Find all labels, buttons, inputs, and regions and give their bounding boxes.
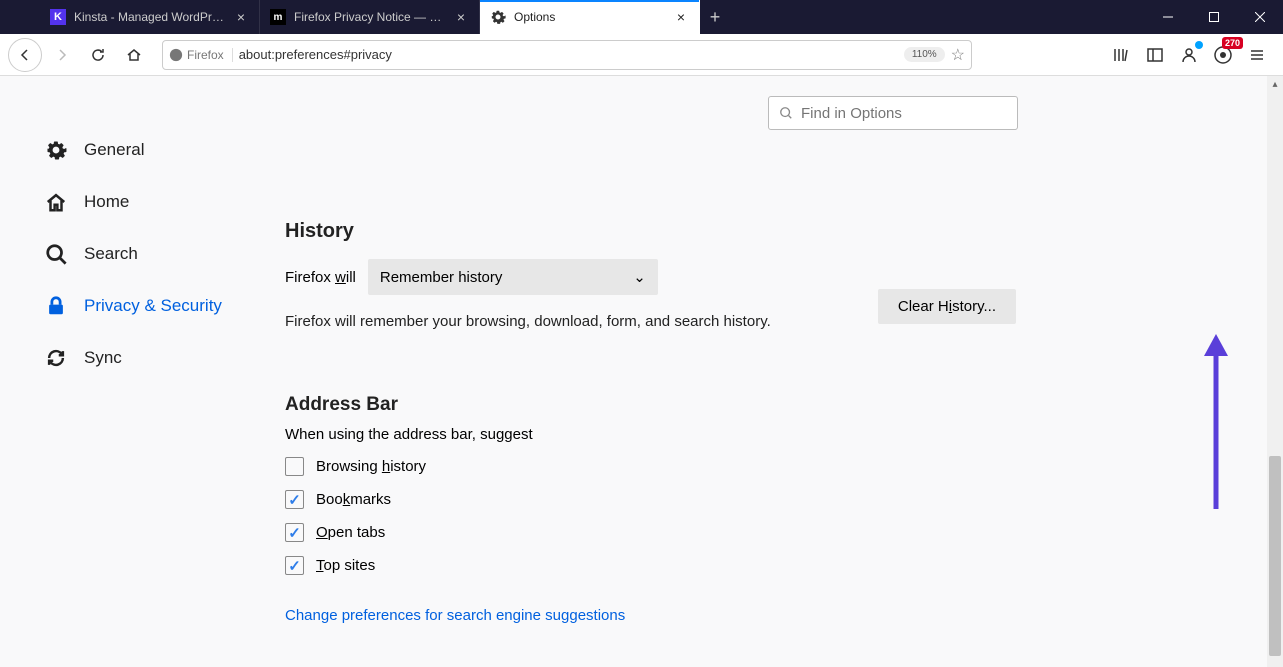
history-mode-select[interactable]: Remember history ⌄ xyxy=(368,259,658,295)
gear-icon xyxy=(44,138,68,162)
checkbox-row-browsing-history: Browsing history xyxy=(285,457,1005,476)
notification-dot xyxy=(1195,41,1203,49)
search-icon xyxy=(779,106,793,120)
identity-label: Firefox xyxy=(187,48,224,62)
sync-icon xyxy=(44,346,68,370)
find-in-options[interactable] xyxy=(768,96,1018,130)
find-input[interactable] xyxy=(801,105,1007,122)
tab-strip: K Kinsta - Managed WordPress H × m Firef… xyxy=(0,0,1145,34)
firefox-icon xyxy=(169,48,183,62)
tab-label: Options xyxy=(514,10,665,24)
back-button[interactable] xyxy=(8,38,42,72)
toolbar: Firefox 110% ☆ 270 xyxy=(0,34,1283,76)
close-icon[interactable]: × xyxy=(673,9,689,25)
checkbox-open-tabs[interactable] xyxy=(285,523,304,542)
history-heading: History xyxy=(285,220,1005,243)
chevron-down-icon: ⌄ xyxy=(633,268,646,286)
bookmark-star-icon[interactable]: ☆ xyxy=(951,45,965,65)
address-bar-description: When using the address bar, suggest xyxy=(285,426,1005,443)
minimize-button[interactable] xyxy=(1145,0,1191,34)
sidebar-label: Privacy & Security xyxy=(84,296,222,316)
address-bar-section: Address Bar When using the address bar, … xyxy=(285,394,1005,625)
checkbox-top-sites[interactable] xyxy=(285,556,304,575)
sidebar-item-search[interactable]: Search xyxy=(44,228,285,280)
scroll-up-icon[interactable]: ▴ xyxy=(1267,76,1283,92)
sidebar-label: General xyxy=(84,140,144,160)
checkbox-row-open-tabs: Open tabs xyxy=(285,523,1005,542)
sidebar-item-general[interactable]: General xyxy=(44,124,285,176)
reload-button[interactable] xyxy=(82,39,114,71)
tab-mozilla[interactable]: m Firefox Privacy Notice — Mozil × xyxy=(260,0,480,34)
sidebar-item-sync[interactable]: Sync xyxy=(44,332,285,384)
url-bar[interactable]: Firefox 110% ☆ xyxy=(162,40,972,70)
checkbox-label: Bookmarks xyxy=(316,491,391,508)
home-button[interactable] xyxy=(118,39,150,71)
window-controls xyxy=(1145,0,1283,34)
lock-icon xyxy=(44,294,68,318)
home-icon xyxy=(44,190,68,214)
clear-history-button[interactable]: Clear History... xyxy=(878,289,1016,324)
identity-box[interactable]: Firefox xyxy=(169,48,233,62)
menu-button[interactable] xyxy=(1245,43,1269,67)
new-tab-button[interactable]: + xyxy=(700,0,730,34)
close-icon[interactable]: × xyxy=(233,9,249,25)
sidebar-item-home[interactable]: Home xyxy=(44,176,285,228)
account-icon[interactable] xyxy=(1177,43,1201,67)
address-input[interactable] xyxy=(239,47,898,62)
close-window-button[interactable] xyxy=(1237,0,1283,34)
favicon-mozilla: m xyxy=(270,9,286,25)
sidebar-label: Search xyxy=(84,244,138,264)
scrollbar-thumb[interactable] xyxy=(1269,456,1281,656)
search-suggestions-link[interactable]: Change preferences for search engine sug… xyxy=(285,607,625,624)
zoom-badge[interactable]: 110% xyxy=(904,47,945,62)
sidebar: General Home Search Privacy & Security S… xyxy=(0,76,285,667)
close-icon[interactable]: × xyxy=(453,9,469,25)
maximize-button[interactable] xyxy=(1191,0,1237,34)
preferences-content: General Home Search Privacy & Security S… xyxy=(0,76,1283,667)
tab-kinsta[interactable]: K Kinsta - Managed WordPress H × xyxy=(40,0,260,34)
select-value: Remember history xyxy=(380,269,503,286)
scrollbar[interactable]: ▴ xyxy=(1267,76,1283,667)
checkbox-row-top-sites: Top sites xyxy=(285,556,1005,575)
sidebar-icon[interactable] xyxy=(1143,43,1167,67)
address-bar-heading: Address Bar xyxy=(285,394,1005,416)
tab-label: Firefox Privacy Notice — Mozil xyxy=(294,10,445,24)
search-icon xyxy=(44,242,68,266)
tab-options[interactable]: Options × xyxy=(480,0,700,34)
checkbox-label: Browsing history xyxy=(316,458,426,475)
sidebar-label: Home xyxy=(84,192,129,212)
sidebar-label: Sync xyxy=(84,348,122,368)
forward-button[interactable] xyxy=(46,39,78,71)
tab-label: Kinsta - Managed WordPress H xyxy=(74,10,225,24)
extension-icon[interactable]: 270 xyxy=(1211,43,1235,67)
checkbox-browsing-history[interactable] xyxy=(285,457,304,476)
checkbox-bookmarks[interactable] xyxy=(285,490,304,509)
checkbox-row-bookmarks: Bookmarks xyxy=(285,490,1005,509)
firefox-will-label: Firefox will xyxy=(285,269,356,286)
checkbox-label: Top sites xyxy=(316,557,375,574)
main-panel: History Firefox will Remember history ⌄ … xyxy=(285,76,1283,667)
checkbox-label: Open tabs xyxy=(316,524,385,541)
badge-count: 270 xyxy=(1222,37,1243,49)
arrow-annotation xyxy=(1201,334,1231,514)
gear-icon xyxy=(490,9,506,25)
titlebar: K Kinsta - Managed WordPress H × m Firef… xyxy=(0,0,1283,34)
library-icon[interactable] xyxy=(1109,43,1133,67)
sidebar-item-privacy[interactable]: Privacy & Security xyxy=(44,280,285,332)
favicon-kinsta: K xyxy=(50,9,66,25)
